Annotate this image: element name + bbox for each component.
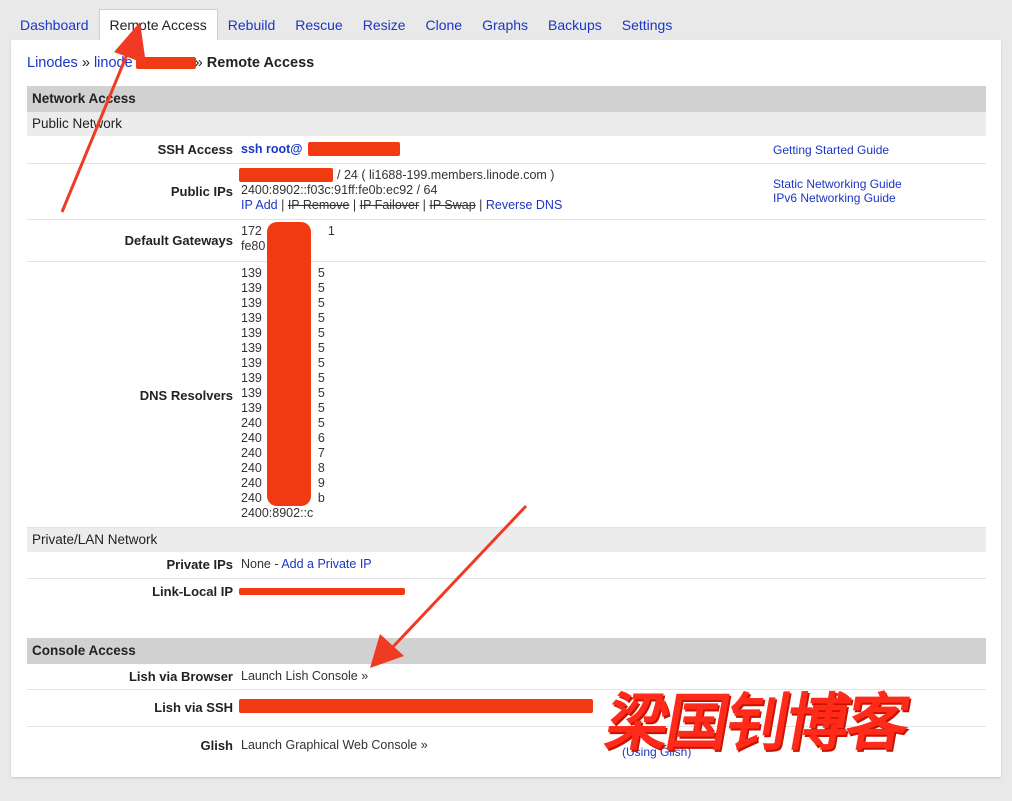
ssh-command[interactable]: ssh root@ xyxy=(241,142,303,156)
ssh-access-value[interactable]: ssh root@ xyxy=(241,142,303,156)
tab-dashboard[interactable]: Dashboard xyxy=(10,10,99,40)
public-ips-row: Public IPs / 24 ( li1688-199.members.lin… xyxy=(27,164,986,220)
default-gateways-label: Default Gateways xyxy=(124,233,233,248)
dns-resolver-tail: 5 xyxy=(317,311,325,325)
dns-resolver-tail: 5 xyxy=(317,266,325,280)
dns-resolver-head: 139 xyxy=(241,371,262,385)
dns-resolver-tail: 9 xyxy=(317,476,325,490)
glish-label: Glish xyxy=(200,738,233,753)
dns-resolver-head: 139 xyxy=(241,266,262,280)
dns-resolver-head: 139 xyxy=(241,281,262,295)
dns-resolver-tail: 5 xyxy=(317,356,325,370)
dns-resolver-head: 240 xyxy=(241,461,262,475)
dns-resolver-tail: 5 xyxy=(317,341,325,355)
dns-resolver-tail: b xyxy=(317,491,325,505)
dns-resolver-tail: 5 xyxy=(317,386,325,400)
lish-ssh-label: Lish via SSH xyxy=(154,700,233,715)
ipv6-address: 2400:8902::f03c:91ff:fe0b:ec92 / 64 xyxy=(241,183,438,197)
private-ips-row: Private IPs None - Add a Private IP xyxy=(27,552,986,579)
link-local-label: Link-Local IP xyxy=(152,584,233,599)
link-local-row: Link-Local IP xyxy=(27,579,986,605)
dns-resolver-entry: 2400:8902::c xyxy=(241,506,325,521)
dns-resolver-head: 139 xyxy=(241,311,262,325)
public-ips-label: Public IPs xyxy=(170,184,233,199)
ipv6-networking-guide-link[interactable]: IPv6 Networking Guide xyxy=(773,191,896,205)
tab-rescue[interactable]: Rescue xyxy=(285,10,352,40)
section-title: Network Access xyxy=(27,86,986,112)
reverse-dns-link[interactable]: Reverse DNS xyxy=(486,198,562,212)
dns-resolver-tail: 5 xyxy=(317,371,325,385)
breadcrumb-sep: » xyxy=(81,55,90,71)
private-ips-value: None - Add a Private IP xyxy=(241,557,372,571)
redaction-mark xyxy=(308,142,400,156)
static-networking-guide-link[interactable]: Static Networking Guide xyxy=(773,177,902,191)
tab-bar: Dashboard Remote Access Rebuild Rescue R… xyxy=(10,9,683,42)
subsection-title: Public Network xyxy=(27,112,986,136)
dns-resolvers-row: DNS Resolvers 139 5 139 5 139 5 139 5 139 5 139 5 13… xyxy=(27,262,986,528)
dns-resolver-head: 139 xyxy=(241,341,262,355)
dns-resolver-tail: 5 xyxy=(317,416,325,430)
default-gateways-row: Default Gateways 172 1 fe80 xyxy=(27,220,986,262)
ssh-access-row: SSH Access ssh root@ Getting Started Gui… xyxy=(27,136,986,164)
getting-started-link[interactable]: Getting Started Guide xyxy=(773,143,889,157)
dns-resolver-head: 139 xyxy=(241,401,262,415)
private-ips-label: Private IPs xyxy=(166,557,234,572)
dns-resolver-tail: 7 xyxy=(317,446,325,460)
dns-resolver-tail: 6 xyxy=(317,431,325,445)
tab-graphs[interactable]: Graphs xyxy=(472,10,538,40)
dns-resolvers-label: DNS Resolvers xyxy=(139,388,233,403)
breadcrumb-linodes[interactable]: Linodes xyxy=(27,55,78,71)
dns-resolver-head: 240 xyxy=(241,431,262,445)
ip-swap-link: IP Swap xyxy=(429,198,476,212)
redaction-mark xyxy=(239,588,405,595)
tab-backups[interactable]: Backups xyxy=(538,10,612,40)
gateway-ipv4: 172 xyxy=(241,224,262,238)
ip-add-link[interactable]: IP Add xyxy=(241,198,278,212)
tab-settings[interactable]: Settings xyxy=(612,10,683,40)
redaction-mark xyxy=(267,222,311,506)
dns-resolver-tail: 5 xyxy=(317,296,325,310)
ipv4-suffix: / 24 ( li1688-199.members.linode.com ) xyxy=(337,168,555,182)
breadcrumb-current: Remote Access xyxy=(206,55,315,71)
ssh-access-label: SSH Access xyxy=(157,142,233,157)
dns-resolver-head: 240 xyxy=(241,476,262,490)
public-ip-guides: Static Networking Guide IPv6 Networking … xyxy=(773,177,902,205)
dns-resolver-head: 139 xyxy=(241,326,262,340)
network-access-section: Network Access Public Network SSH Access… xyxy=(27,86,986,605)
dns-resolver-tail: 8 xyxy=(317,461,325,475)
lish-browser-label: Lish via Browser xyxy=(128,669,233,684)
dns-resolver-head: 240 xyxy=(241,491,262,505)
gateway-tail: 1 xyxy=(327,224,335,238)
redaction-mark xyxy=(136,57,196,69)
tab-resize[interactable]: Resize xyxy=(353,10,416,40)
dns-resolver-head: 240 xyxy=(241,416,262,430)
tab-clone[interactable]: Clone xyxy=(416,10,473,40)
tab-rebuild[interactable]: Rebuild xyxy=(218,10,285,40)
subsection-title: Private/LAN Network xyxy=(27,528,986,552)
ip-failover-link: IP Failover xyxy=(359,198,420,212)
dns-resolver-head: 139 xyxy=(241,386,262,400)
dns-resolver-head: 2400:8902::c xyxy=(241,506,314,520)
launch-glish-link[interactable]: Launch Graphical Web Console » xyxy=(241,738,428,752)
redaction-mark xyxy=(239,699,593,713)
dns-resolver-head: 139 xyxy=(241,296,262,310)
dns-resolver-tail: 5 xyxy=(317,326,325,340)
tab-remote-access[interactable]: Remote Access xyxy=(98,9,218,42)
breadcrumb-linode[interactable]: linode xyxy=(94,55,133,71)
dns-resolver-head: 139 xyxy=(241,356,262,370)
add-private-ip-link[interactable]: Add a Private IP xyxy=(281,557,371,571)
content-panel: Linodes » linode » Remote Access Network… xyxy=(11,40,1001,777)
private-none: None - xyxy=(241,557,282,571)
dns-resolver-tail: 5 xyxy=(317,401,325,415)
section-title: Console Access xyxy=(27,638,986,664)
dns-resolver-head: 240 xyxy=(241,446,262,460)
launch-lish-console-link[interactable]: Launch Lish Console » xyxy=(241,669,368,683)
ip-remove-link: IP Remove xyxy=(287,198,350,212)
dns-resolver-tail: 5 xyxy=(317,281,325,295)
redaction-mark xyxy=(239,168,333,182)
watermark: 梁国钊博客 xyxy=(600,686,914,759)
